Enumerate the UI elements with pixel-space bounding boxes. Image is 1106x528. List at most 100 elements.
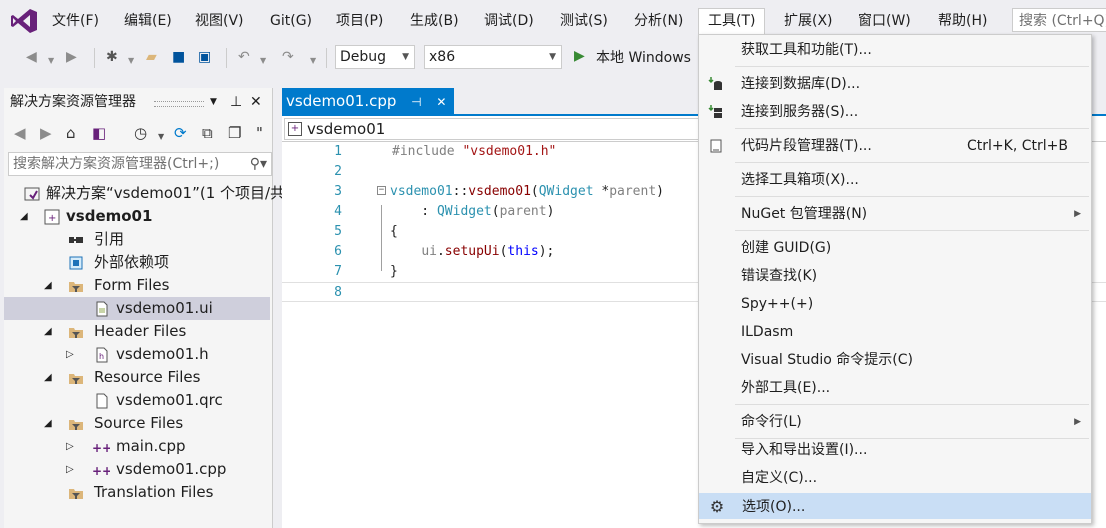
menu-extensions[interactable]: 扩展(X) — [783, 10, 834, 32]
menu-item-options[interactable]: ⚙ 选项(O)... — [699, 493, 1091, 519]
menu-item-external-tools[interactable]: 外部工具(E)... — [699, 375, 1091, 401]
collapse-region-icon[interactable]: − — [377, 186, 386, 195]
menu-item-error-lookup[interactable]: 错误查找(K) — [699, 263, 1091, 289]
menu-item-nuget[interactable]: NuGet 包管理器(N) ▶ — [699, 201, 1091, 227]
tree-item-ui-file[interactable]: vsdemo01.ui — [4, 297, 270, 320]
collapsed-arrow-icon[interactable]: ▷ — [66, 458, 74, 481]
refresh-icon[interactable]: ⟳ — [174, 124, 187, 142]
drag-grip[interactable] — [154, 101, 204, 107]
pin-icon[interactable]: ⊥ — [230, 88, 242, 116]
expanded-arrow-icon[interactable]: ◢ — [44, 366, 52, 389]
new-project-icon[interactable]: ✱ — [106, 48, 118, 66]
close-icon[interactable]: ✕ — [250, 88, 262, 116]
menu-git[interactable]: Git(G) — [269, 10, 313, 32]
overflow-icon[interactable]: " — [256, 124, 263, 142]
tree-item-header-file[interactable]: ▷ h vsdemo01.h — [4, 343, 270, 366]
tree-item-qrc-file[interactable]: vsdemo01.qrc — [4, 389, 270, 412]
search-icon[interactable]: ⚲▾ — [250, 153, 267, 175]
menu-item-spy[interactable]: Spy++(+) — [699, 291, 1091, 317]
scope-select[interactable]: + vsdemo01 — [284, 118, 702, 140]
menu-analyze[interactable]: 分析(N) — [633, 10, 684, 32]
document-tab[interactable]: vsdemo01.cpp ⊣ ✕ — [282, 88, 455, 114]
forward-icon[interactable]: ▶ — [40, 124, 52, 142]
solution-explorer-panel: 解决方案资源管理器 ▼ ⊥ ✕ ◀ ▶ ⌂ ◧ ◷ ▼ ⟳ ⧉ ❐ " 搜索解决… — [4, 88, 285, 528]
tree-item-project[interactable]: ◢ + vsdemo01 — [4, 205, 270, 228]
menu-edit[interactable]: 编辑(E) — [123, 10, 173, 32]
back-icon[interactable]: ◀ — [14, 124, 26, 142]
switch-views-icon[interactable]: ◧ — [92, 124, 106, 142]
search-input[interactable]: 搜索 (Ctrl+Q) — [1012, 8, 1106, 32]
gear-icon: ⚙ — [709, 497, 725, 516]
expanded-arrow-icon[interactable]: ◢ — [20, 205, 28, 228]
solution-config-select[interactable]: Debug ▼ — [335, 45, 415, 69]
expanded-arrow-icon[interactable]: ◢ — [44, 320, 52, 343]
menu-project[interactable]: 项目(P) — [335, 10, 384, 32]
tree-item-header-files[interactable]: ◢ Header Files — [4, 320, 270, 343]
tree-label: Translation Files — [94, 483, 214, 501]
tree-item-resource-files[interactable]: ◢ Resource Files — [4, 366, 270, 389]
panel-menu-icon[interactable]: ▼ — [210, 88, 217, 116]
save-icon[interactable]: ■ — [172, 48, 185, 66]
menu-item-connect-database[interactable]: 连接到数据库(D)... — [699, 71, 1091, 97]
tree-item-form-files[interactable]: ◢ Form Files — [4, 274, 270, 297]
pin-icon[interactable]: ⊣ — [411, 95, 421, 109]
start-debug-button[interactable]: 本地 Windows — [596, 47, 691, 67]
tab-label: vsdemo01.cpp — [286, 92, 397, 110]
menu-window[interactable]: 窗口(W) — [857, 10, 912, 32]
new-dropdown-icon[interactable]: ▼ — [128, 52, 134, 70]
expanded-arrow-icon[interactable]: ◢ — [44, 412, 52, 435]
menu-view[interactable]: 视图(V) — [194, 10, 245, 32]
solution-platform-value: x86 — [429, 49, 456, 65]
menu-item-ildasm[interactable]: ILDasm — [699, 319, 1091, 345]
start-debug-icon[interactable]: ▶ — [574, 48, 585, 64]
tree-item-translation-files[interactable]: Translation Files — [4, 481, 270, 504]
collapse-all-icon[interactable]: ⧉ — [202, 124, 213, 142]
solution-platform-select[interactable]: x86 ▼ — [424, 45, 562, 69]
menu-item-import-export[interactable]: 导入和导出设置(I)... — [699, 437, 1091, 463]
undo-dropdown-icon[interactable]: ▼ — [260, 52, 266, 70]
tree-item-solution[interactable]: 解决方案“vsdemo01”(1 个项目/共 — [4, 182, 285, 205]
menu-item-vs-command-prompt[interactable]: Visual Studio 命令提示(C) — [699, 347, 1091, 373]
undo-icon[interactable]: ↶ — [238, 48, 250, 66]
menu-separator — [735, 128, 1089, 129]
home-icon[interactable]: ⌂ — [66, 124, 76, 142]
menu-debug[interactable]: 调试(D) — [483, 10, 535, 32]
menu-item-connect-server[interactable]: 连接到服务器(S)... — [699, 99, 1091, 125]
navigate-forward-icon[interactable]: ▶ — [66, 48, 77, 66]
tree-item-source-files[interactable]: ◢ Source Files — [4, 412, 270, 435]
menu-item-snippet-manager[interactable]: 代码片段管理器(T)... Ctrl+K, Ctrl+B — [699, 133, 1091, 159]
menu-tools[interactable]: 工具(T) — [698, 8, 766, 36]
redo-dropdown-icon[interactable]: ▼ — [310, 52, 316, 70]
menu-build[interactable]: 生成(B) — [409, 10, 460, 32]
menu-separator — [735, 404, 1089, 405]
save-all-icon[interactable]: ▣ — [198, 48, 211, 66]
back-dropdown-icon[interactable]: ▼ — [48, 52, 54, 70]
tree-item-main-cpp[interactable]: ▷ ++ main.cpp — [4, 435, 270, 458]
menu-item-customize[interactable]: 自定义(C)... — [699, 465, 1091, 491]
pending-changes-filter-icon[interactable]: ◷ — [134, 124, 147, 142]
collapsed-arrow-icon[interactable]: ▷ — [66, 435, 74, 458]
redo-icon[interactable]: ↷ — [282, 48, 294, 66]
expanded-arrow-icon[interactable]: ◢ — [44, 274, 52, 297]
svg-text:+: + — [48, 213, 56, 224]
close-icon[interactable]: ✕ — [436, 95, 446, 109]
menu-item-choose-toolbox[interactable]: 选择工具箱项(X)... — [699, 167, 1091, 193]
menu-item-create-guid[interactable]: 创建 GUID(G) — [699, 235, 1091, 261]
menu-test[interactable]: 测试(S) — [559, 10, 609, 32]
tree-item-vsdemo-cpp[interactable]: ▷ ++ vsdemo01.cpp — [4, 458, 270, 481]
solution-search-input[interactable]: 搜索解决方案资源管理器(Ctrl+;) ⚲▾ — [8, 152, 272, 176]
line-number: 6 — [334, 244, 342, 259]
menu-file[interactable]: 文件(F) — [51, 10, 100, 32]
filter-dropdown-icon[interactable]: ▼ — [158, 128, 164, 146]
collapsed-arrow-icon[interactable]: ▷ — [66, 343, 74, 366]
menu-help[interactable]: 帮助(H) — [937, 10, 988, 32]
open-folder-icon[interactable]: ▰ — [146, 48, 157, 66]
menu-item-get-tools[interactable]: 获取工具和功能(T)... — [699, 37, 1091, 63]
navigate-back-icon[interactable]: ◀ — [26, 48, 37, 66]
menu-item-command-line[interactable]: 命令行(L) ▶ — [699, 409, 1091, 435]
show-all-files-icon[interactable]: ❐ — [228, 124, 241, 142]
tree-item-external-deps[interactable]: 外部依赖项 — [4, 251, 270, 274]
line-number: 5 — [334, 224, 342, 239]
toolbar-separator — [226, 48, 227, 68]
tree-item-references[interactable]: 引用 — [4, 228, 270, 251]
